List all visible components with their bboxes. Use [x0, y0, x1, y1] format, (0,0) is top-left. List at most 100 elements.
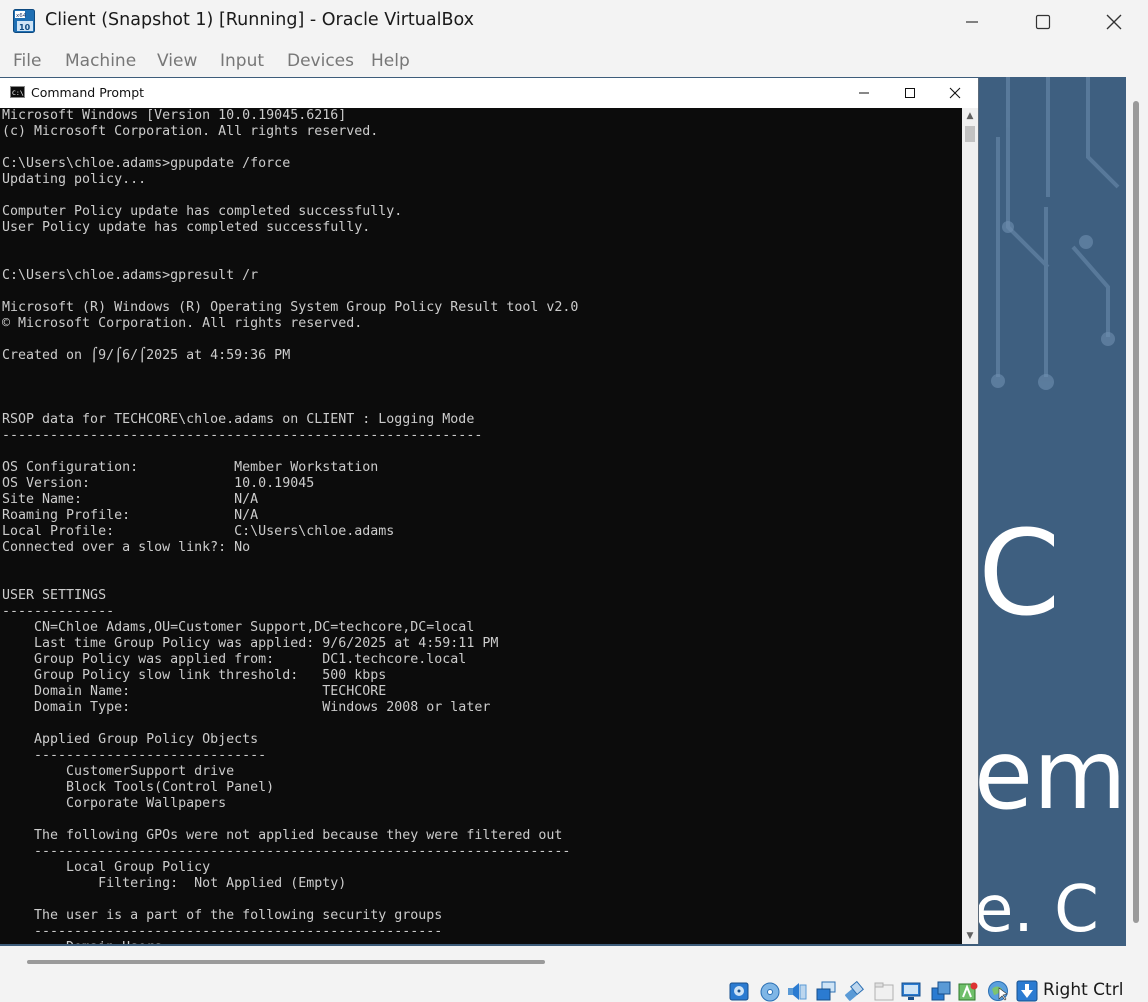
console-line: Applied Group Policy Objects: [2, 732, 259, 747]
menu-devices[interactable]: Devices: [287, 51, 354, 71]
svg-text:x64: x64: [16, 13, 27, 19]
cmd-maximize-button[interactable]: [887, 78, 933, 108]
minimize-button[interactable]: [949, 0, 995, 44]
recording-icon[interactable]: [957, 980, 979, 1002]
maximize-icon: [905, 88, 915, 98]
console-line: ----------------------------------------…: [2, 428, 483, 443]
command-prompt-window[interactable]: C:\ Command Prompt Microsoft Windows [Ve…: [0, 78, 979, 944]
console-line: Domain Name: TECHCORE: [2, 684, 387, 699]
host-key-label: Right Ctrl: [1043, 980, 1124, 1000]
console-line: RSOP data for TECHCORE\chloe.adams on CL…: [2, 412, 475, 427]
console-line: © Microsoft Corporation. All rights rese…: [2, 316, 363, 331]
console-line: OS Version: 10.0.19045: [2, 476, 315, 491]
optical-drive-icon[interactable]: [759, 980, 781, 1002]
close-icon: [949, 87, 961, 99]
console-line: Microsoft (R) Windows (R) Operating Syst…: [2, 300, 579, 315]
shared-folders-icon[interactable]: [873, 980, 895, 1002]
console-line: Last time Group Policy was applied: 9/6/…: [2, 636, 499, 651]
console-line: Updating policy...: [2, 172, 147, 187]
cmd-minimize-button[interactable]: [841, 78, 887, 108]
virtualbox-icon: x64 10: [13, 9, 35, 33]
guest-display[interactable]: C em e. C C:\ Command Prompt Microsoft W…: [0, 77, 1126, 946]
console-line: OS Configuration: Member Workstation: [2, 460, 379, 475]
menu-help[interactable]: Help: [371, 51, 410, 71]
menu-file[interactable]: File: [13, 51, 41, 71]
console-line: Microsoft Windows [Version 10.0.19045.62…: [2, 108, 347, 123]
cmd-scrollbar[interactable]: ▲ ▼: [962, 108, 978, 944]
cmd-titlebar[interactable]: C:\ Command Prompt: [0, 78, 978, 108]
console-line: Created on ⌠9/⌠6/⌠2025 at 4:59:36 PM: [2, 348, 291, 363]
horizontal-scroll-thumb[interactable]: [27, 960, 545, 964]
cmd-close-button[interactable]: [932, 78, 978, 108]
console-line: Connected over a slow link?: No: [2, 540, 251, 555]
scroll-up-icon[interactable]: ▲: [962, 108, 978, 124]
console-line: C:\Users\chloe.adams>gpresult /r: [2, 268, 259, 283]
minimize-icon: [966, 21, 978, 23]
usb-icon[interactable]: [843, 980, 865, 1002]
console-line: Filtering: Not Applied (Empty): [2, 876, 347, 891]
console-line: Computer Policy update has completed suc…: [2, 204, 403, 219]
maximize-button[interactable]: [1020, 0, 1066, 44]
close-button[interactable]: [1091, 0, 1137, 44]
console-line: Block Tools(Control Panel): [2, 780, 275, 795]
svg-text:C:\: C:\: [12, 89, 24, 97]
console-line: CN=Chloe Adams,OU=Customer Support,DC=te…: [2, 620, 475, 635]
wallpaper-text-3: e. C: [978, 873, 1099, 946]
menu-input[interactable]: Input: [220, 51, 264, 71]
hard-disk-icon[interactable]: [728, 980, 750, 1002]
console-line: (c) Microsoft Corporation. All rights re…: [2, 124, 379, 139]
console-output[interactable]: Microsoft Windows [Version 10.0.19045.62…: [2, 108, 962, 944]
mouse-integration-icon[interactable]: [987, 980, 1009, 1002]
close-icon: [1106, 14, 1122, 30]
cmd-app-icon: C:\: [10, 86, 25, 98]
console-line: The user is a part of the following secu…: [2, 908, 443, 923]
cmd-scroll-thumb[interactable]: [965, 126, 975, 142]
console-line: Group Policy was applied from: DC1.techc…: [2, 652, 467, 667]
horizontal-scrollbar[interactable]: [0, 946, 1148, 976]
display-icon[interactable]: [900, 980, 922, 1002]
console-line: -----------------------------: [2, 748, 267, 763]
console-line: Group Policy slow link threshold: 500 kb…: [2, 668, 387, 683]
console-line: The following GPOs were not applied beca…: [2, 828, 563, 843]
menu-machine[interactable]: Machine: [65, 51, 136, 71]
keyboard-capture-icon[interactable]: [1016, 980, 1038, 1002]
minimize-icon: [859, 92, 869, 94]
console-line: Domain Type: Windows 2008 or later: [2, 700, 491, 715]
vertical-scrollbar[interactable]: [1126, 77, 1148, 946]
console-line: Local Profile: C:\Users\chloe.adams: [2, 524, 395, 539]
vertical-scroll-thumb[interactable]: [1133, 101, 1139, 923]
wallpaper-text-1: C: [978, 504, 1061, 642]
maximize-icon: [1035, 14, 1051, 30]
wallpaper-text-2: em: [978, 719, 1126, 831]
console-line: User Policy update has completed success…: [2, 220, 371, 235]
console-line: Roaming Profile: N/A: [2, 508, 259, 523]
cmd-title: Command Prompt: [31, 85, 145, 100]
desktop-wallpaper: C em e. C: [978, 77, 1126, 946]
console-line: ----------------------------------------…: [2, 924, 443, 939]
menu-view[interactable]: View: [157, 51, 197, 71]
svg-text:10: 10: [19, 23, 31, 32]
video-capture-icon[interactable]: [930, 980, 952, 1002]
window-title: Client (Snapshot 1) [Running] - Oracle V…: [45, 10, 474, 30]
audio-icon[interactable]: [786, 980, 808, 1002]
scroll-down-icon[interactable]: ▼: [962, 928, 978, 944]
console-line: Local Group Policy: [2, 860, 211, 875]
console-line: C:\Users\chloe.adams>gpupdate /force: [2, 156, 291, 171]
console-line: ----------------------------------------…: [2, 844, 571, 859]
vbox-menubar: File Machine View Input Devices Help: [0, 44, 1148, 77]
network-icon[interactable]: [815, 980, 837, 1002]
vbox-titlebar: x64 10 Client (Snapshot 1) [Running] - O…: [0, 0, 1148, 44]
